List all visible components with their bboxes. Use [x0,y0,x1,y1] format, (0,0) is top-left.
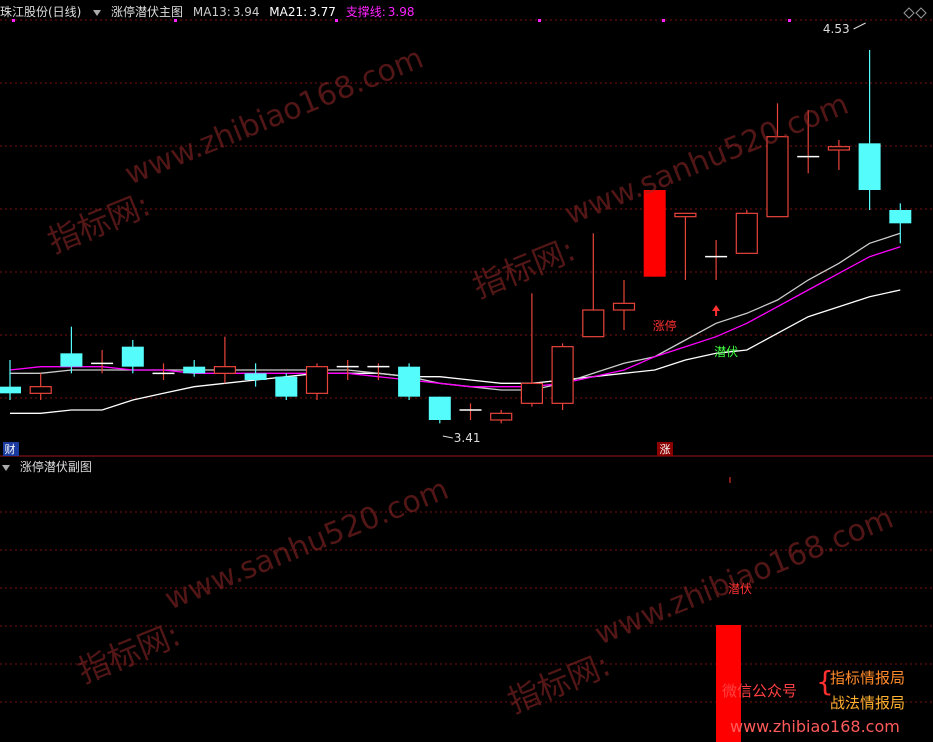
promo-url[interactable]: www.zhibiao168.com [730,717,900,736]
candle-body [520,382,544,404]
candle-body [275,376,298,397]
candle-body [674,212,697,218]
candle-body [735,212,758,254]
high-price-label: 4.53 [823,22,850,36]
promo-title-1: 指标情报局 [830,669,906,687]
top-marker [335,19,338,22]
candle-body [643,190,666,277]
candle-body [582,309,605,338]
chart-canvas[interactable]: 4.533.41涨停潜伏涨财潜伏 [0,0,933,742]
candle-body [551,346,574,404]
sub-qianfu-label: 潜伏 [728,582,752,596]
candle-body [612,302,636,311]
candle-body [398,366,421,397]
qianfu-signal-label: 潜伏 [714,345,738,359]
top-marker [788,19,791,22]
zhang-marker: 涨 [660,443,671,456]
candle-body [766,136,789,218]
zhangting-signal-label: 涨停 [653,318,677,333]
chevron-down-icon[interactable] [2,464,10,471]
candle-body [0,386,21,394]
sub-indicator-name[interactable]: 涨停潜伏副图 [20,460,92,474]
candle-body [428,396,451,420]
diamond-icon [903,7,915,19]
candle-body [244,373,267,380]
low-price-label: 3.41 [454,431,481,445]
candle-body [183,366,206,374]
top-marker [174,19,177,22]
low-price-pointer [442,435,453,439]
high-price-pointer [853,22,866,30]
sub-chart-header: 涨停潜伏副图 [0,458,98,476]
cai-marker: 财 [5,442,16,456]
top-marker [662,19,665,22]
promo-title-2: 战法情报局 [830,694,906,712]
candle-body [29,386,52,394]
candle-body [827,146,851,151]
promo-wechat-label: 微信公众号 [722,682,798,700]
diamond-icon [915,7,927,19]
candle-body [889,210,912,224]
top-marker [538,19,541,22]
candle-body [121,346,144,367]
candle-body [490,412,513,421]
candle-body [305,366,329,394]
candle-body [60,353,83,367]
candle-body [858,143,881,190]
candle-body [213,366,236,374]
top-marker [12,19,15,22]
